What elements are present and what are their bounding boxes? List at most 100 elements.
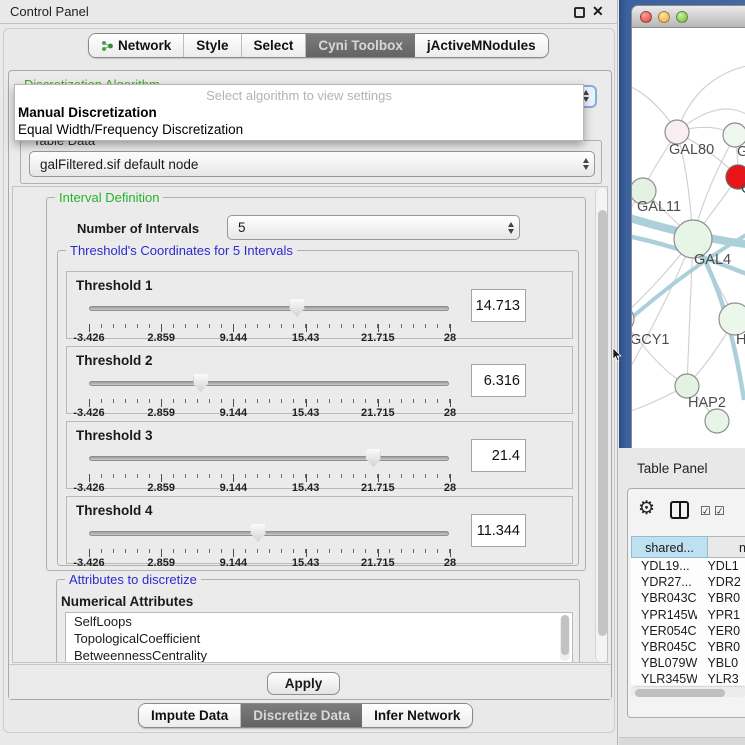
column-header-shared[interactable]: shared...	[631, 536, 708, 558]
node-h[interactable]	[719, 303, 745, 335]
slider-track[interactable]	[89, 531, 449, 536]
interval-definition-title: Interval Definition	[55, 190, 163, 205]
threshold-4-value-field[interactable]	[471, 514, 526, 547]
slider-track[interactable]	[89, 306, 449, 311]
close-icon[interactable]: ✕	[592, 3, 604, 20]
table-data-combobox[interactable]: galFiltered.sif default node	[29, 151, 595, 177]
horizontal-scrollbar[interactable]	[631, 686, 745, 697]
table-data-group: Table Data galFiltered.sif default node	[20, 140, 602, 184]
threshold-3-slider[interactable]	[89, 452, 449, 472]
node-gcy1[interactable]	[632, 306, 634, 332]
threshold-4-label: Threshold 4	[76, 503, 153, 518]
network-view-window: GAL80 G C GAL11 GAL4 GCY1 H HAP2	[631, 5, 745, 448]
table-row[interactable]: YBR045CYBR0	[631, 639, 745, 655]
tab-impute-data[interactable]: Impute Data	[139, 704, 241, 727]
table-body: YDL19...YDL1 YDR27...YDR2 YBR043CYBR0 YP…	[631, 558, 745, 685]
scrollbar-thumb[interactable]	[635, 689, 725, 697]
list-item[interactable]: SelfLoops	[66, 613, 572, 630]
tab-infer-network[interactable]: Infer Network	[362, 704, 472, 727]
network-window-titlebar[interactable]	[632, 6, 745, 28]
algorithm-hint: Select algorithm to view settings	[15, 88, 583, 103]
slider-thumb[interactable]	[193, 374, 208, 392]
tab-style[interactable]: Style	[184, 34, 241, 57]
tab-label: Network	[118, 38, 171, 53]
label-hap2: HAP2	[688, 395, 726, 411]
threshold-4-box: Threshold 4 -3.4262.8599.14415.4321.7152…	[66, 496, 573, 564]
slider-scale-labels: -3.4262.8599.14415.4321.71528	[89, 407, 450, 419]
thresholds-group: Threshold's Coordinates for 5 Intervals …	[57, 250, 579, 566]
column-header-name[interactable]: na	[708, 536, 745, 558]
numerical-attributes-label: Numerical Attributes	[61, 594, 193, 609]
threshold-3-label: Threshold 3	[76, 428, 153, 443]
split-columns-icon[interactable]	[670, 501, 689, 519]
table-row[interactable]: YBL079WYBL0	[631, 655, 745, 671]
float-window-icon[interactable]	[574, 7, 585, 18]
apply-row: Apply	[9, 664, 611, 699]
number-of-intervals-label: Number of Intervals	[77, 221, 199, 236]
table-row[interactable]: YLR345WYLR3	[631, 671, 745, 685]
status-strip	[619, 737, 745, 745]
checkbox-icon[interactable]: ☑	[714, 504, 725, 518]
interval-definition-group: Interval Definition Number of Intervals …	[46, 197, 586, 571]
list-item[interactable]: BetweennessCentrality	[66, 647, 572, 663]
top-tab-bar: Network Style Select Cyni Toolbox jActiv…	[88, 33, 549, 58]
table-panel-title: Table Panel	[637, 461, 708, 476]
settings-scroll-area: Interval Definition Number of Intervals …	[12, 186, 608, 663]
threshold-2-label: Threshold 2	[76, 353, 153, 368]
mac-minimize-button[interactable]	[658, 11, 670, 23]
algorithm-dropdown-popup: Select algorithm to view settings Manual…	[14, 84, 584, 141]
tab-network[interactable]: Network	[89, 34, 184, 57]
mac-close-button[interactable]	[640, 11, 652, 23]
tab-cyni-toolbox[interactable]: Cyni Toolbox	[306, 34, 415, 57]
slider-scale-labels: -3.4262.8599.14415.4321.71528	[89, 332, 450, 344]
label-gcy1: GCY1	[632, 332, 670, 348]
attributes-group-title: Attributes to discretize	[65, 572, 201, 587]
scrollbar-thumb[interactable]	[598, 210, 607, 636]
scrollbar-thumb[interactable]	[561, 615, 569, 655]
list-item[interactable]: TopologicalCoefficient	[66, 630, 572, 647]
bottom-tab-bar: Impute Data Discretize Data Infer Networ…	[138, 703, 473, 728]
attributes-group: Attributes to discretize Numerical Attri…	[56, 579, 580, 663]
tab-jactivemnodules[interactable]: jActiveMNodules	[415, 34, 548, 57]
node-gal80[interactable]	[665, 120, 689, 144]
threshold-4-slider[interactable]	[89, 527, 449, 547]
table-data-value: galFiltered.sif default node	[30, 157, 578, 172]
checkbox-icon[interactable]: ☑	[700, 504, 711, 518]
mac-zoom-button[interactable]	[676, 11, 688, 23]
threshold-1-value-field[interactable]	[471, 289, 526, 322]
desktop-background: GAL80 G C GAL11 GAL4 GCY1 H HAP2	[619, 0, 745, 448]
table-row[interactable]: YER054CYER0	[631, 623, 745, 639]
table-panel-area: Table Panel ⚙ ☑ ☑ shared... na YDL19...Y…	[619, 448, 745, 745]
threshold-2-slider[interactable]	[89, 377, 449, 397]
tab-select[interactable]: Select	[242, 34, 307, 57]
table-row[interactable]: YPR145WYPR1	[631, 607, 745, 623]
label-gal80: GAL80	[669, 142, 714, 158]
slider-thumb[interactable]	[289, 299, 304, 317]
popup-item-manual-discretization[interactable]: Manual Discretization	[18, 105, 157, 120]
list-scrollbar[interactable]	[560, 615, 570, 661]
apply-button[interactable]: Apply	[267, 672, 340, 695]
popup-item-equal-width-frequency[interactable]: Equal Width/Frequency Discretization	[18, 122, 243, 137]
panel-title: Control Panel	[10, 4, 89, 19]
combo-stepper-icon	[503, 222, 519, 234]
tab-discretize-data[interactable]: Discretize Data	[241, 704, 362, 727]
network-canvas[interactable]: GAL80 G C GAL11 GAL4 GCY1 H HAP2	[632, 28, 745, 448]
label-gal4: GAL4	[694, 252, 731, 268]
table-row[interactable]: YBR043CYBR0	[631, 590, 745, 606]
threshold-2-value-field[interactable]	[471, 364, 526, 397]
threshold-3-value-field[interactable]	[471, 439, 526, 472]
control-panel: Control Panel ✕ Network Style Select Cyn…	[0, 0, 618, 745]
gear-icon[interactable]: ⚙	[638, 497, 655, 520]
slider-thumb[interactable]	[251, 524, 266, 542]
number-of-intervals-combobox[interactable]: 5	[227, 215, 520, 240]
slider-track[interactable]	[89, 381, 449, 386]
threshold-1-slider[interactable]	[89, 302, 449, 322]
table-row[interactable]: YDR27...YDR2	[631, 574, 745, 590]
label-partial-mid: C	[741, 181, 745, 197]
table-row[interactable]: YDL19...YDL1	[631, 558, 745, 574]
slider-thumb[interactable]	[366, 449, 381, 467]
network-icon	[101, 40, 114, 52]
vertical-scrollbar[interactable]	[595, 188, 607, 662]
slider-track[interactable]	[89, 456, 449, 461]
node-partial-bottom[interactable]	[705, 409, 729, 433]
